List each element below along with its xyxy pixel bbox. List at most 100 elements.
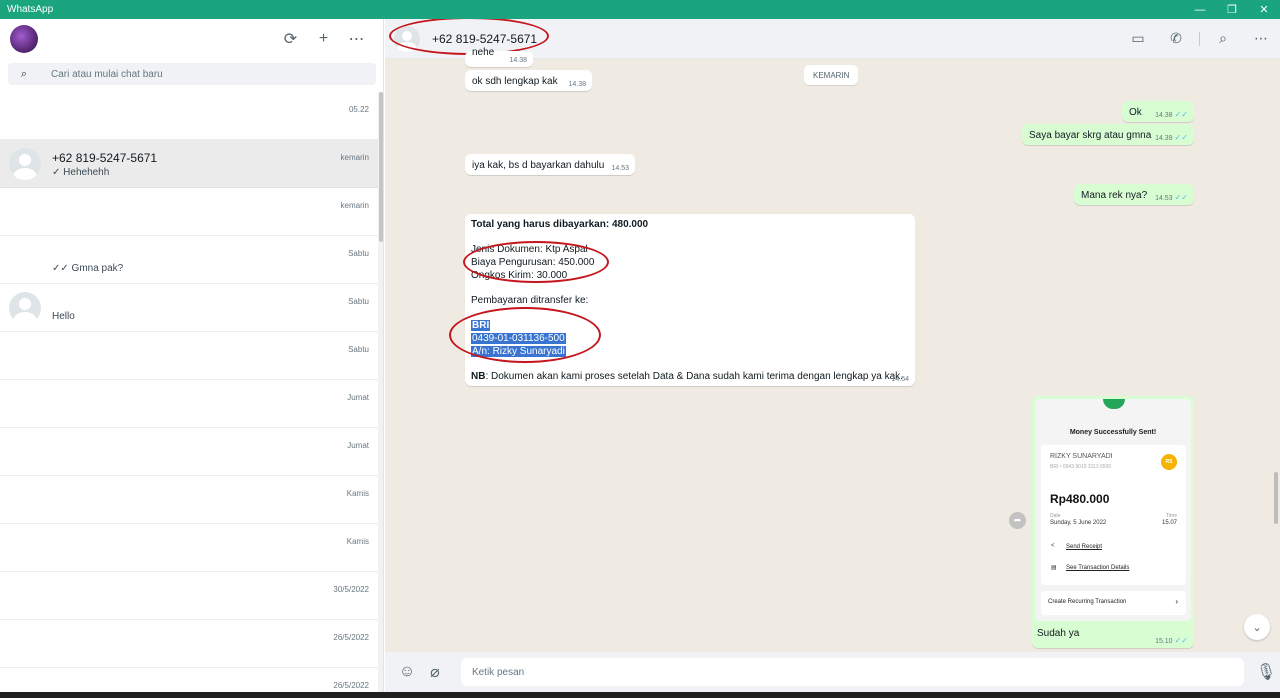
chat-list-item[interactable]: Jumat: [0, 428, 378, 476]
chat-list-item[interactable]: kemarin: [0, 188, 378, 236]
restore-button[interactable]: ❐: [1216, 0, 1248, 19]
message-time: 14.39: [1155, 135, 1173, 142]
outgoing-message: Saya bayar skrg atau gmna 14.39 ✓✓: [1022, 124, 1194, 145]
recurring-card: Create Recurring Transaction ›: [1041, 591, 1186, 615]
chat-time: Sabtu: [348, 249, 369, 258]
message-text: ok sdh lengkap kak: [472, 76, 558, 87]
header-divider: [1199, 31, 1200, 46]
receipt-account: BRI • 0043 9010 3113 6500: [1050, 464, 1112, 470]
menu-icon[interactable]: ⋯: [340, 25, 373, 53]
message-time: 14.38: [509, 57, 527, 64]
conversation-scrollbar[interactable]: [1274, 472, 1278, 524]
receipt-time: 15.07: [1161, 520, 1177, 526]
date-divider: KEMARIN: [804, 65, 859, 85]
scrollbar-thumb[interactable]: [379, 92, 383, 242]
emoji-icon[interactable]: ☺: [393, 658, 421, 686]
read-ticks-icon: ✓✓: [1174, 193, 1188, 202]
chat-list: 05.22 +62 819-5247-5671 ✓ Hehehehh kemarin k…: [0, 92, 378, 698]
message-time: 14.53: [611, 165, 629, 172]
transfer-receipt-image[interactable]: Money Successfully Sent! RIZKY SUNARYADI…: [1035, 399, 1191, 621]
message-time: 14.38: [568, 81, 586, 88]
forward-icon[interactable]: ➦: [1009, 512, 1026, 529]
chat-time: Sabtu: [348, 345, 369, 354]
outgoing-message: Ok 14.38 ✓✓: [1122, 101, 1194, 122]
chat-list-item[interactable]: Kamis: [0, 524, 378, 572]
menu-icon[interactable]: ⋯: [1242, 24, 1280, 54]
composer: ☺ ⌀ Ketik pesan 🎙: [385, 652, 1280, 692]
receipt-title: Money Successfully Sent!: [1069, 429, 1157, 436]
minimize-button[interactable]: —: [1184, 0, 1216, 19]
receipt-date: Sunday, 5 June 2022: [1050, 520, 1107, 526]
search-icon[interactable]: ⌕: [1204, 24, 1242, 54]
chevron-right-icon: ›: [1175, 597, 1178, 606]
chat-time: Jumat: [347, 441, 369, 450]
receipt-date-label: Date: [1050, 513, 1061, 519]
conversation-pane: +62 819-5247-5671 ▭ ✆ ⌕ ⋯ nehe 14.38 ok …: [385, 19, 1280, 698]
incoming-message: iya kak, bs d bayarkan dahulu 14.53: [465, 154, 635, 175]
share-icon: <: [1051, 543, 1055, 549]
image-message[interactable]: Money Successfully Sent! RIZKY SUNARYADI…: [1032, 396, 1194, 648]
sidebar-header: ⟳ + ⋯: [0, 19, 383, 59]
new-chat-icon[interactable]: +: [307, 25, 340, 53]
message-input[interactable]: Ketik pesan: [460, 658, 1245, 686]
chat-time: 26/5/2022: [333, 681, 369, 690]
contact-avatar: [9, 292, 41, 324]
read-ticks-icon: ✓✓: [1174, 110, 1188, 119]
chat-list-item[interactable]: ✓✓ Gmna pak? Sabtu: [0, 236, 378, 284]
search-input[interactable]: Cari atau mulai chat baru: [51, 69, 163, 80]
message-text: Saya bayar skrg atau gmna: [1029, 130, 1152, 141]
message-text: nehe: [472, 47, 495, 58]
video-call-icon[interactable]: ▭: [1119, 24, 1157, 54]
invoice-note-label: NB: [471, 371, 486, 382]
chat-last-message: ✓✓ Gmna pak?: [52, 263, 124, 274]
recurring-label: Create Recurring Transaction: [1048, 599, 1127, 605]
chat-list-item[interactable]: +62 819-5247-5671 ✓ Hehehehh kemarin: [0, 140, 378, 188]
receipt-time-label: Time: [1166, 513, 1177, 519]
window-title: WhatsApp: [7, 4, 54, 15]
message-time: 14.54: [891, 376, 909, 383]
chat-time: Kamis: [346, 537, 369, 546]
chat-list-item[interactable]: Kamis: [0, 476, 378, 524]
invoice-note-text: : Dokumen akan kami proses setelah Data …: [485, 371, 903, 382]
incoming-message: nehe 14.38: [465, 47, 533, 67]
taskbar-strip: [0, 692, 1280, 698]
sidebar: ⟳ + ⋯ ⌕ Cari atau mulai chat baru 05.22 +…: [0, 19, 384, 698]
message-text: Mana rek nya?: [1081, 190, 1148, 201]
annotation-circle: [449, 307, 601, 363]
message-time: 14.53: [1155, 195, 1173, 202]
chat-time: 26/5/2022: [333, 633, 369, 642]
attach-icon[interactable]: ⌀: [421, 658, 449, 686]
chat-time: kemarin: [340, 201, 369, 210]
chat-list-item[interactable]: 26/5/2022: [0, 620, 378, 668]
chat-list-item[interactable]: 30/5/2022: [0, 572, 378, 620]
receipt-recipient: RIZKY SUNARYADI: [1050, 453, 1113, 460]
search-bar[interactable]: ⌕ Cari atau mulai chat baru: [8, 63, 376, 85]
chat-time: Sabtu: [348, 297, 369, 306]
chat-time: 30/5/2022: [333, 585, 369, 594]
document-icon: ▤: [1051, 565, 1057, 571]
chat-list-item[interactable]: 05.22: [0, 92, 378, 140]
microphone-icon[interactable]: 🎙: [1252, 658, 1280, 686]
outgoing-message: Mana rek nya? 14.53 ✓✓: [1074, 184, 1194, 205]
invoice-note: NB: Dokumen akan kami proses setelah Dat…: [471, 371, 903, 382]
close-button[interactable]: ✕: [1248, 0, 1280, 19]
status-refresh-icon[interactable]: ⟳: [274, 25, 307, 53]
receipt-amount: Rp480.000: [1050, 492, 1110, 506]
voice-call-icon[interactable]: ✆: [1157, 24, 1195, 54]
sidebar-scrollbar[interactable]: [378, 92, 383, 698]
chat-time: Kamis: [346, 489, 369, 498]
chat-time: Jumat: [347, 393, 369, 402]
chat-last-message: ✓ Hehehehh: [52, 167, 110, 178]
recipient-initials-badge: RS: [1161, 454, 1177, 470]
receipt-card: RIZKY SUNARYADI BRI • 0043 9010 3113 650…: [1041, 445, 1186, 585]
chat-list-item[interactable]: Sabtu: [0, 332, 378, 380]
message-time: 15.10: [1155, 638, 1173, 645]
image-caption: Sudah ya: [1037, 628, 1080, 639]
read-ticks-icon: ✓✓: [1174, 636, 1188, 645]
scroll-down-button[interactable]: ⌄: [1244, 614, 1270, 640]
chat-list-item[interactable]: Hello Sabtu: [0, 284, 378, 332]
invoice-transfer-label: Pembayaran ditransfer ke:: [471, 295, 589, 306]
chat-list-item[interactable]: Jumat: [0, 380, 378, 428]
window-titlebar: WhatsApp — ❐ ✕: [0, 0, 1280, 19]
my-avatar[interactable]: [10, 25, 38, 53]
